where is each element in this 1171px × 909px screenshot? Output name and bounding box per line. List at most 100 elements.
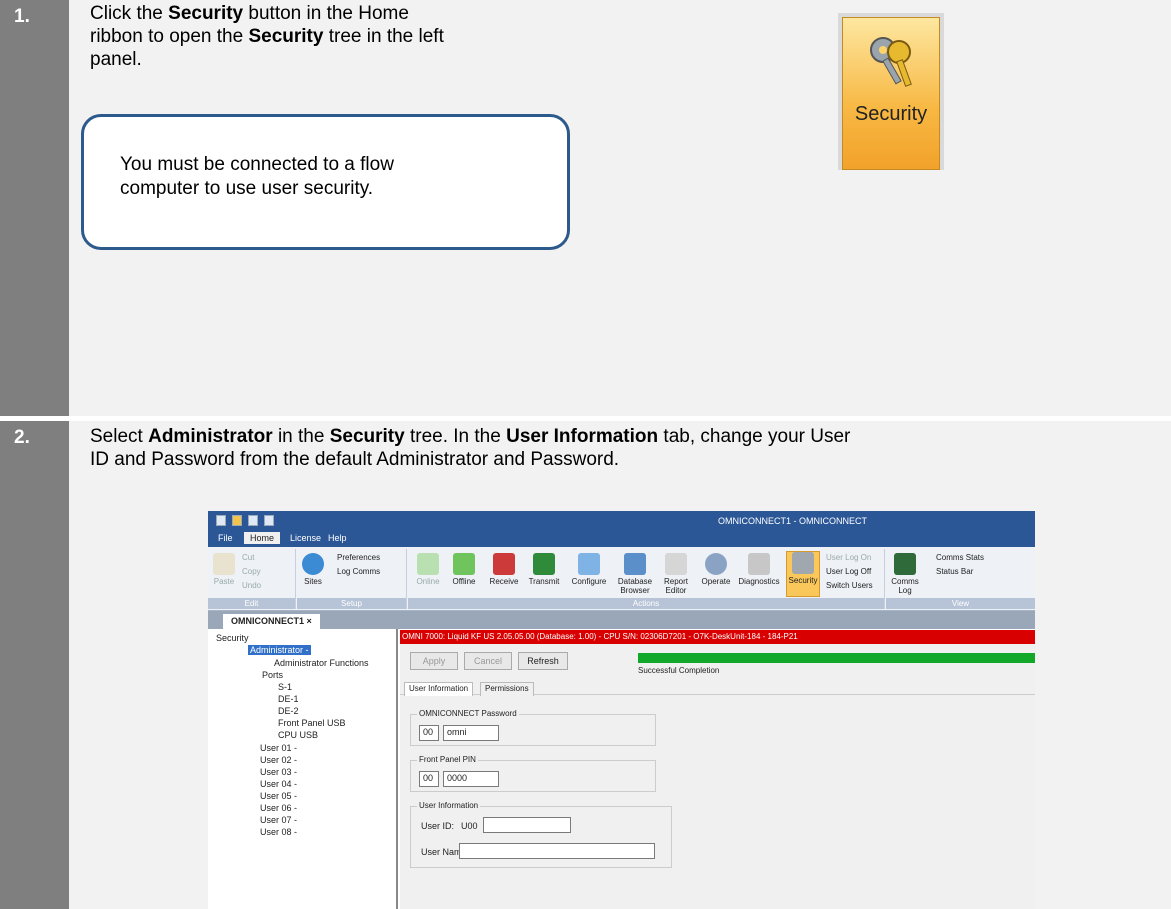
password-level-field[interactable]: 00 (419, 725, 439, 741)
tree-cpu-usb[interactable]: CPU USB (278, 730, 318, 740)
report-editor-button[interactable]: Report Editor (658, 553, 694, 595)
security-label: Security (854, 103, 928, 125)
tree-user[interactable]: User 03 - (260, 767, 297, 777)
menu-help[interactable]: Help (328, 533, 347, 543)
menu-bar: File Home License Help (208, 531, 1035, 547)
comms-log-button[interactable]: Comms Log (890, 553, 920, 595)
window-title: OMNICONNECT1 - OMNICONNECT (718, 516, 867, 526)
diagnostics-button[interactable]: Diagnostics (736, 553, 782, 586)
refresh-button[interactable]: Refresh (518, 652, 568, 670)
signal-off-icon (453, 553, 475, 575)
menu-file[interactable]: File (218, 533, 233, 543)
detail-pane: Apply Cancel Refresh Successful Completi… (400, 644, 1035, 909)
user-name-field[interactable] (459, 843, 655, 859)
keys-icon (870, 37, 912, 87)
tree-user[interactable]: User 04 - (260, 779, 297, 789)
cancel-button[interactable]: Cancel (464, 652, 512, 670)
log-comms-checkbox[interactable]: Log Comms (337, 567, 380, 576)
user-log-off-button[interactable]: User Log Off (826, 567, 871, 576)
tree-port-de1[interactable]: DE-1 (278, 694, 299, 704)
switch-users-button[interactable]: Switch Users (826, 581, 873, 590)
open-icon[interactable] (232, 515, 242, 526)
tree-port-de2[interactable]: DE-2 (278, 706, 299, 716)
signal-icon (417, 553, 439, 575)
tree-security[interactable]: Security (216, 633, 249, 643)
setup-group: Sites Preferences Log Comms Setup (297, 549, 407, 609)
offline-button[interactable]: Offline (448, 553, 480, 586)
front-panel-pin-group: Front Panel PIN 00 0000 (410, 755, 656, 792)
user-log-on-button[interactable]: User Log On (826, 553, 871, 562)
report-icon (665, 553, 687, 575)
step-2-text: Select Administrator in the Security tre… (90, 426, 851, 470)
keys-icon (792, 552, 814, 574)
database-browser-button[interactable]: Database Browser (614, 553, 656, 595)
tree-user[interactable]: User 07 - (260, 815, 297, 825)
omniconnect-password-group: OMNICONNECT Password 00 omni (410, 709, 656, 746)
paste-icon (213, 553, 235, 575)
edit-group: Paste Cut Copy Undo Edit (208, 549, 296, 609)
database-icon (624, 553, 646, 575)
tree-admin-functions[interactable]: Administrator Functions (274, 658, 369, 668)
step-1-row: 1. Click the Security button in the Home… (0, 0, 1171, 416)
pin-level-field[interactable]: 00 (419, 771, 439, 787)
gears-icon (705, 553, 727, 575)
step-number: 1. (0, 0, 69, 416)
new-icon[interactable] (216, 515, 226, 526)
title-bar: OMNICONNECT1 - OMNICONNECT (208, 511, 1035, 531)
receive-button[interactable]: Receive (486, 553, 522, 586)
preferences-button[interactable]: Preferences (337, 553, 380, 562)
receive-icon (493, 553, 515, 575)
document-tabs: OMNICONNECT1 × (208, 611, 1035, 629)
monitor-icon (578, 553, 600, 575)
tree-user[interactable]: User 06 - (260, 803, 297, 813)
tree-user[interactable]: User 05 - (260, 791, 297, 801)
security-button-image: Security (838, 13, 944, 170)
apply-button[interactable]: Apply (410, 652, 458, 670)
operate-button[interactable]: Operate (698, 553, 734, 586)
menu-home[interactable]: Home (244, 532, 281, 544)
comms-stats-button[interactable]: Comms Stats (936, 553, 984, 562)
close-icon[interactable]: × (307, 616, 312, 626)
save-icon[interactable] (248, 515, 258, 526)
tab-permissions[interactable]: Permissions (480, 682, 534, 696)
tab-omniconnect1[interactable]: OMNICONNECT1 × (223, 614, 320, 629)
pin-field[interactable]: 0000 (443, 771, 499, 787)
paste-button[interactable]: Paste (212, 553, 236, 586)
step-1-text: Click the Security button in the Home ri… (90, 3, 444, 70)
configure-button[interactable]: Configure (568, 553, 610, 586)
tree-user[interactable]: User 02 - (260, 755, 297, 765)
cut-button[interactable]: Cut (242, 553, 254, 562)
user-id-field[interactable] (483, 817, 571, 833)
app-screenshot: OMNICONNECT1 - OMNICONNECT File Home Lic… (208, 511, 1035, 909)
transmit-icon (533, 553, 555, 575)
log-icon (894, 553, 916, 575)
progress-bar (638, 653, 1035, 663)
online-button[interactable]: Online (414, 553, 442, 586)
tab-user-information[interactable]: User Information (404, 682, 474, 696)
tree-port-s1[interactable]: S-1 (278, 682, 292, 692)
status-bar-checkbox[interactable]: Status Bar (936, 567, 973, 576)
tree-front-panel-usb[interactable]: Front Panel USB (278, 718, 346, 728)
sites-button[interactable]: Sites (301, 553, 325, 586)
actions-group: Online Offline Receive Transmit Configur… (408, 549, 885, 609)
print-icon[interactable] (264, 515, 274, 526)
security-ribbon-button[interactable]: Security (786, 551, 820, 597)
device-status-bar: OMNI 7000: Liquid KF US 2.05.05.00 (Data… (400, 630, 1035, 644)
user-information-group: User Information User ID: U00 User Name: (410, 801, 672, 868)
tree-ports[interactable]: Ports (262, 670, 283, 680)
tree-user[interactable]: User 08 - (260, 827, 297, 837)
tools-icon (748, 553, 770, 575)
step-number: 2. (0, 421, 69, 909)
undo-button[interactable]: Undo (242, 581, 261, 590)
completion-status: Successful Completion (638, 666, 720, 675)
note-callout: You must be connected to a flow computer… (81, 114, 570, 250)
password-field[interactable]: omni (443, 725, 499, 741)
globe-icon (302, 553, 324, 575)
tree-administrator[interactable]: Administrator - (248, 645, 311, 655)
ribbon: Paste Cut Copy Undo Edit Sites Preferenc… (208, 547, 1035, 611)
copy-button[interactable]: Copy (242, 567, 261, 576)
transmit-button[interactable]: Transmit (526, 553, 562, 586)
menu-license[interactable]: License (290, 533, 321, 543)
tree-user[interactable]: User 01 - (260, 743, 297, 753)
security-tree: Security Administrator - Administrator F… (208, 629, 398, 909)
